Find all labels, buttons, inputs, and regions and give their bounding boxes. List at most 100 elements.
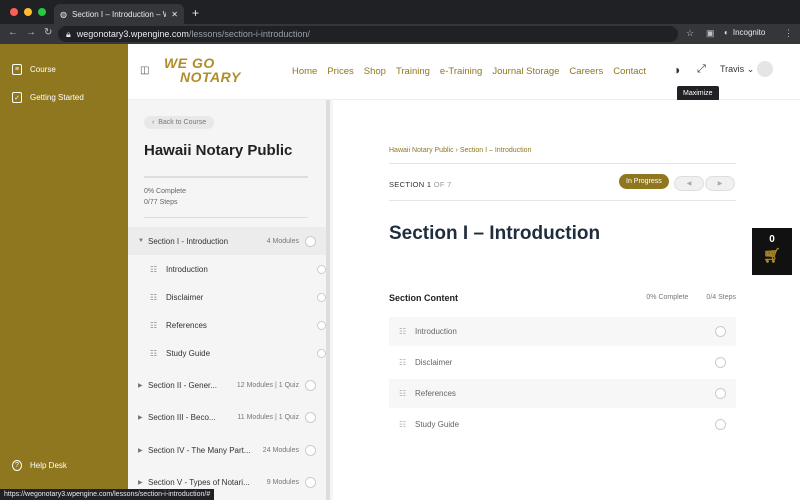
zoom-window-button[interactable] bbox=[38, 8, 46, 16]
section-item[interactable]: ▼ Section I - Introduction 4 Modules bbox=[128, 227, 326, 255]
row-label: Study Guide bbox=[415, 420, 460, 429]
lesson-name: References bbox=[166, 320, 207, 330]
maximize-tooltip: Maximize bbox=[677, 86, 719, 101]
section-item[interactable]: ▶ Section IV - The Many Part... 24 Modul… bbox=[128, 436, 326, 464]
previous-button[interactable]: ◀ bbox=[674, 176, 704, 191]
caret-right-icon: ▶ bbox=[138, 479, 143, 486]
chevron-down-icon: ⌄ bbox=[746, 64, 755, 74]
section-item[interactable]: ▶ Section II - Gener... 12 Modules | 1 Q… bbox=[128, 371, 326, 399]
lesson-content: Hawaii Notary Public › Section I – Intro… bbox=[333, 100, 800, 500]
divider bbox=[389, 163, 736, 164]
avatar[interactable] bbox=[757, 61, 773, 77]
lesson-item[interactable]: ☷ Disclaimer bbox=[150, 283, 326, 311]
reload-icon[interactable]: ↻ bbox=[44, 27, 52, 38]
nav-shop[interactable]: Shop bbox=[364, 66, 386, 77]
forward-arrow-icon[interactable]: → bbox=[26, 27, 36, 38]
status-circle-icon bbox=[317, 264, 326, 274]
breadcrumb-course[interactable]: Hawaii Notary Public bbox=[389, 147, 454, 154]
lesson-item[interactable]: ☷ Introduction bbox=[150, 255, 326, 283]
next-button[interactable]: ▶ bbox=[705, 176, 735, 191]
dark-mode-icon[interactable]: ◑ bbox=[673, 63, 680, 77]
nav-prices[interactable]: Prices bbox=[327, 66, 353, 77]
url-field[interactable]: 🔒︎ wegonotary3.wpengine.com/lessons/sect… bbox=[58, 26, 678, 42]
content-row[interactable]: ☷ Study Guide bbox=[389, 410, 736, 439]
nav-home[interactable]: Home bbox=[292, 66, 317, 77]
site-logo[interactable]: WE GO NOTARY bbox=[164, 56, 241, 84]
status-circle-icon bbox=[305, 444, 316, 456]
status-bar-url: https://wegonotary3.wpengine.com/lessons… bbox=[0, 489, 215, 500]
status-circle-icon bbox=[305, 379, 316, 391]
profile-button[interactable]: ◐ Incognito bbox=[724, 28, 765, 37]
lesson-icon: ☷ bbox=[399, 420, 407, 429]
sidebar-toggle-icon[interactable]: ◫ bbox=[140, 65, 149, 76]
section-meta: 9 Modules bbox=[266, 478, 299, 486]
content-row[interactable]: ☷ Introduction bbox=[389, 317, 736, 346]
percent-complete: 0% Complete bbox=[144, 188, 187, 195]
menu-kebab-icon[interactable]: ⋮ bbox=[784, 28, 793, 39]
star-icon[interactable]: ☆ bbox=[686, 28, 694, 39]
leftbar-item-course[interactable]: ≡ Course bbox=[12, 64, 56, 75]
leftbar-item-getting-started[interactable]: ✓ Getting Started bbox=[12, 92, 84, 103]
document-icon: ≡ bbox=[12, 64, 22, 75]
nav-contact[interactable]: Contact bbox=[613, 66, 646, 77]
status-circle-icon bbox=[317, 292, 326, 302]
logo-line-1: WE GO bbox=[164, 55, 215, 71]
main-nav: Home Prices Shop Training e-Training Jou… bbox=[292, 66, 646, 77]
section-name: Section V - Types of Notari... bbox=[148, 477, 250, 487]
lesson-icon: ☷ bbox=[150, 264, 158, 274]
cart-icon: 🛒︎ bbox=[763, 247, 781, 263]
section-meta: 24 Modules bbox=[262, 446, 299, 454]
maximize-icon[interactable]: ⤢ bbox=[697, 63, 706, 76]
cart-widget[interactable]: 0 🛒︎ bbox=[752, 228, 792, 275]
divider bbox=[389, 200, 736, 201]
section-total: OF 7 bbox=[433, 180, 452, 189]
cart-count: 0 bbox=[769, 234, 775, 245]
address-bar-row: ← → ↻ 🔒︎ wegonotary3.wpengine.com/lesson… bbox=[0, 24, 800, 44]
back-label: Back to Course bbox=[158, 119, 207, 126]
breadcrumb-section[interactable]: Section I – Introduction bbox=[460, 147, 532, 154]
help-desk-label: Help Desk bbox=[30, 461, 67, 470]
caret-down-icon: ▼ bbox=[138, 238, 144, 244]
new-tab-button[interactable]: + bbox=[192, 6, 199, 20]
content-row[interactable]: ☷ References bbox=[389, 379, 736, 408]
back-to-course-button[interactable]: ‹ Back to Course bbox=[144, 116, 215, 129]
row-label: Introduction bbox=[415, 327, 457, 336]
close-tab-icon[interactable]: ✕ bbox=[171, 10, 178, 19]
lesson-item[interactable]: ☷ References bbox=[150, 311, 326, 339]
page-title: Section I – Introduction bbox=[389, 223, 601, 244]
status-circle-icon bbox=[305, 476, 316, 488]
section-content-header: Section Content 0% Complete 0/4 Steps bbox=[389, 293, 736, 303]
course-progress-text: 0% Complete 0/77 Steps bbox=[144, 186, 186, 208]
close-window-button[interactable] bbox=[10, 8, 18, 16]
caret-right-icon: ▶ bbox=[138, 414, 143, 421]
nav-careers[interactable]: Careers bbox=[569, 66, 603, 77]
section-item[interactable]: ▶ Section III - Beco... 11 Modules | 1 Q… bbox=[128, 403, 326, 431]
user-menu[interactable]: Travis ⌄ bbox=[720, 64, 754, 75]
help-desk-link[interactable]: ? Help Desk bbox=[12, 460, 67, 471]
section-meta: 11 Modules | 1 Quiz bbox=[237, 413, 299, 421]
url-path: /lessons/section-i-introduction/ bbox=[188, 29, 310, 39]
sidepanel-icon[interactable]: ▣ bbox=[706, 28, 715, 39]
breadcrumb-separator: › bbox=[455, 147, 458, 154]
checkbox-icon: ✓ bbox=[12, 92, 22, 103]
leftbar-item-label: Getting Started bbox=[30, 93, 84, 102]
section-meta: 4 Modules bbox=[266, 237, 299, 245]
minimize-window-button[interactable] bbox=[24, 8, 32, 16]
user-name: Travis bbox=[720, 64, 745, 74]
row-label: References bbox=[415, 389, 456, 398]
nav-training[interactable]: Training bbox=[396, 66, 430, 77]
lesson-item[interactable]: ☷ Study Guide bbox=[150, 339, 326, 367]
nav-journal-storage[interactable]: Journal Storage bbox=[492, 66, 559, 77]
nav-e-training[interactable]: e-Training bbox=[440, 66, 482, 77]
content-row[interactable]: ☷ Disclaimer bbox=[389, 348, 736, 377]
status-circle-icon bbox=[715, 388, 726, 399]
browser-tabstrip: ◍ Section I – Introduction – We G ✕ + bbox=[0, 0, 800, 24]
lesson-name: Study Guide bbox=[166, 348, 211, 358]
course-progress-bar bbox=[144, 176, 308, 178]
sidebar-scrollbar[interactable] bbox=[326, 100, 330, 500]
back-arrow-icon[interactable]: ← bbox=[8, 27, 18, 38]
status-circle-icon bbox=[317, 320, 326, 330]
course-title: Hawaii Notary Public bbox=[144, 142, 293, 159]
browser-tab[interactable]: ◍ Section I – Introduction – We G ✕ bbox=[54, 4, 184, 24]
section-label: SECTION 1 bbox=[389, 180, 432, 189]
